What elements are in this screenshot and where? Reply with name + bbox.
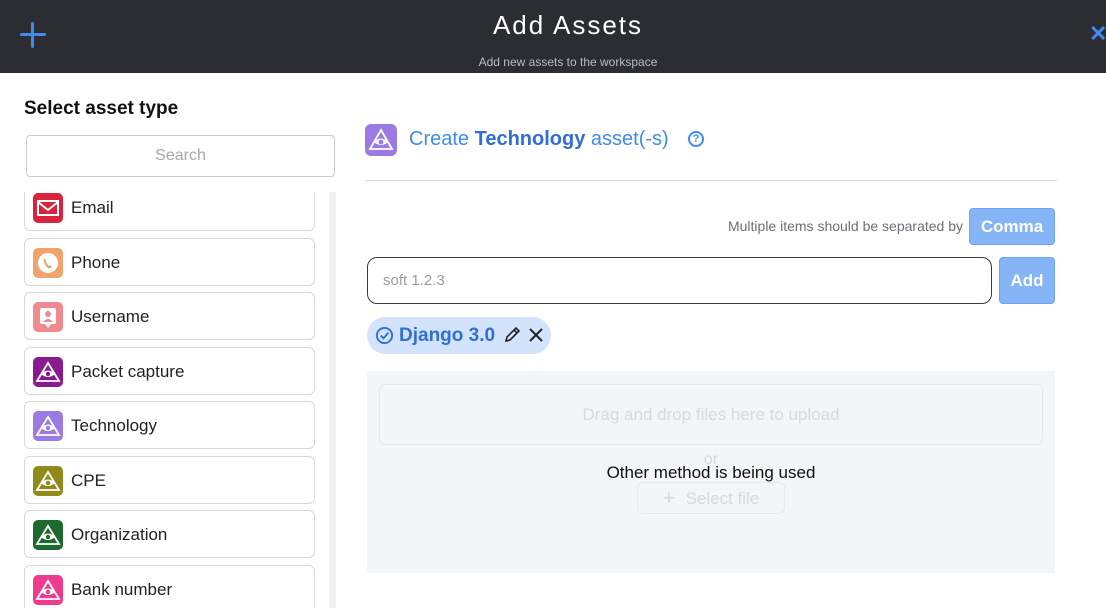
close-icon[interactable]: ✕ [1089,22,1106,46]
asset-type-label: Packet capture [71,362,185,381]
asset-value-input[interactable] [367,257,992,304]
asset-type-bank-number[interactable]: Bank number [24,565,315,608]
check-circle-icon [375,326,394,345]
asset-type-list: Email Phone Username Packet capture Tech… [24,192,336,608]
separator-comma-button[interactable]: Comma [969,208,1055,245]
eye-pyramid-icon [33,466,63,496]
disabled-message: Other method is being used [606,463,816,482]
asset-type-label: Organization [71,525,168,544]
dropzone-text: Drag and drop files here to upload [582,405,840,424]
modal-title: Add Assets [492,10,644,40]
asset-type-label: Email [71,198,114,217]
modal-header: Add Assets Add new assets to the workspa… [0,0,1106,73]
modal-subtitle: Add new assets to the workspace [478,55,658,69]
eye-pyramid-icon [33,411,63,441]
eye-pyramid-icon [365,124,397,156]
divider [365,180,1057,181]
asset-type-phone[interactable]: Phone [24,238,315,286]
asset-type-label: Technology [71,416,158,435]
asset-chip: Django 3.0 [367,317,551,354]
chip-label: Django 3.0 [399,325,496,346]
list-scrollbar[interactable] [329,192,336,608]
asset-type-username[interactable]: Username [24,292,315,340]
plus-icon: + [662,485,676,510]
create-heading: Create Technology asset(-s) [409,128,669,151]
asset-type-email[interactable]: Email [24,192,315,231]
file-upload-area: Drag and drop files here to upload or + S… [367,371,1055,573]
user-icon [33,302,63,332]
asset-type-label: Bank number [71,580,173,599]
help-icon[interactable]: ? [688,131,704,147]
asset-type-heading: Select asset type [24,98,179,119]
asset-type-technology[interactable]: Technology [24,401,315,449]
select-file-label: Select file [685,489,760,508]
separator-hint: Multiple items should be separated by [727,218,963,234]
select-file-button: + Select file [637,482,785,514]
asset-type-packet-capture[interactable]: Packet capture [24,347,315,395]
search-input[interactable] [26,135,335,177]
create-asset-type: Technology [474,128,586,150]
remove-chip-icon[interactable] [526,325,546,345]
eye-pyramid-icon [33,357,63,387]
envelope-icon [33,193,63,223]
create-suffix: asset(-s) [585,128,669,150]
create-prefix: Create [409,128,475,150]
asset-type-cpe[interactable]: CPE [24,456,315,504]
phone-icon [33,248,63,278]
eye-pyramid-icon [33,520,63,550]
asset-type-organization[interactable]: Organization [24,510,315,558]
asset-type-label: Phone [71,253,121,272]
add-button[interactable]: Add [999,257,1055,304]
eye-pyramid-icon [33,575,63,605]
asset-type-label: Username [71,307,150,326]
asset-type-label: CPE [71,471,106,490]
pencil-icon[interactable] [502,325,522,345]
